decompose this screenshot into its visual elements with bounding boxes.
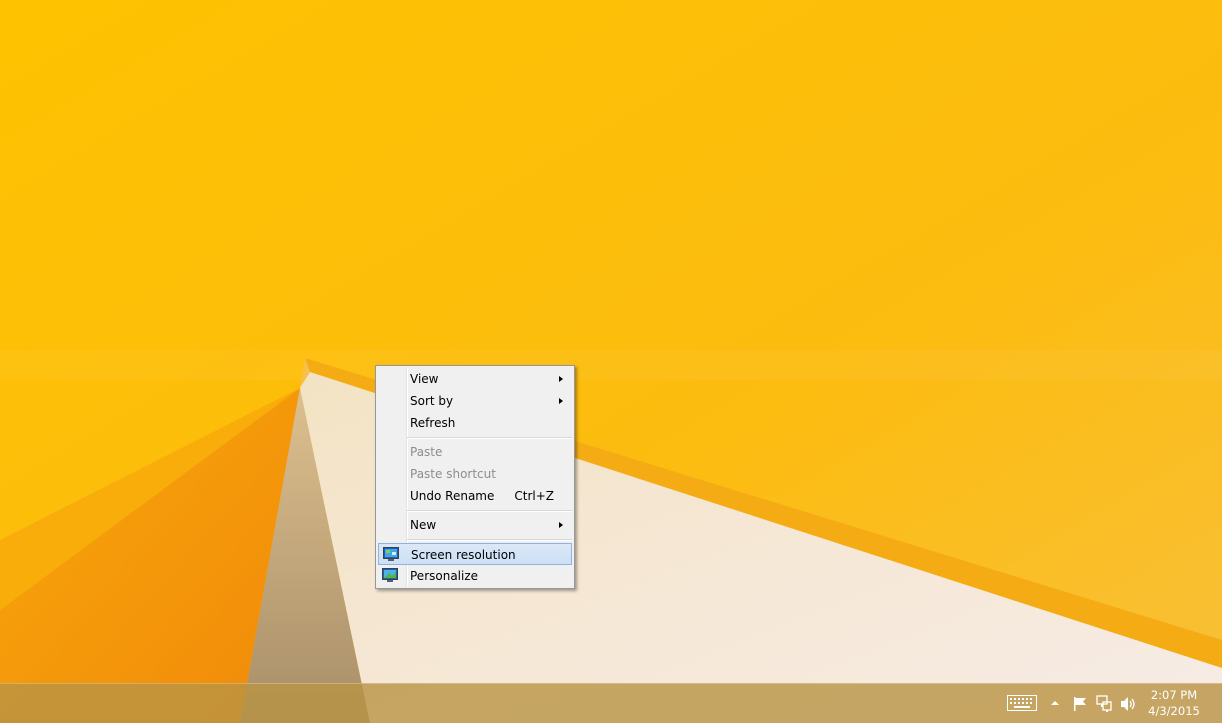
menu-item-label: Sort by [410, 394, 454, 408]
menu-item-personalize[interactable]: Personalize [378, 565, 572, 587]
menu-item-new[interactable]: New [378, 514, 572, 536]
wallpaper-image [0, 0, 1222, 723]
show-hidden-icons-chevron-icon[interactable] [1050, 700, 1060, 706]
menu-separator [407, 510, 572, 512]
menu-item-sort-by[interactable]: Sort by [378, 390, 572, 412]
submenu-arrow-icon [559, 522, 563, 528]
menu-item-label: Personalize [410, 569, 479, 583]
network-icon[interactable] [1096, 695, 1112, 713]
menu-item-label: Paste shortcut [410, 467, 496, 481]
menu-item-view[interactable]: View [378, 368, 572, 390]
menu-item-label: Undo Rename [410, 489, 495, 503]
volume-icon[interactable] [1120, 696, 1138, 712]
menu-item-label: View [410, 372, 439, 386]
touch-keyboard-icon[interactable] [1007, 695, 1037, 711]
desktop-context-menu: View Sort by Refresh Paste Paste shortcu… [375, 365, 575, 589]
submenu-arrow-icon [559, 398, 563, 404]
menu-item-screen-resolution[interactable]: Screen resolution [378, 543, 572, 565]
menu-item-label: Screen resolution [411, 548, 516, 562]
menu-item-label: Paste [410, 445, 443, 459]
clock-date: 4/3/2015 [1148, 704, 1200, 718]
screen-resolution-icon [383, 547, 399, 561]
menu-item-label: New [410, 518, 437, 532]
menu-item-paste[interactable]: Paste [378, 441, 572, 463]
taskbar-clock[interactable]: 2:07 PM 4/3/2015 [1144, 687, 1204, 719]
action-center-flag-icon[interactable] [1072, 696, 1088, 712]
desktop[interactable]: View Sort by Refresh Paste Paste shortcu… [0, 0, 1222, 723]
menu-separator [407, 539, 572, 541]
menu-item-shortcut: Ctrl+Z [514, 489, 554, 503]
submenu-arrow-icon [559, 376, 563, 382]
taskbar: 2:07 PM 4/3/2015 [0, 683, 1222, 723]
menu-item-undo-rename[interactable]: Undo Rename Ctrl+Z [378, 485, 572, 507]
menu-item-paste-shortcut[interactable]: Paste shortcut [378, 463, 572, 485]
clock-time: 2:07 PM [1150, 688, 1198, 702]
personalize-icon [382, 568, 398, 582]
menu-item-refresh[interactable]: Refresh [378, 412, 572, 434]
menu-item-label: Refresh [410, 416, 456, 430]
menu-separator [407, 437, 572, 439]
